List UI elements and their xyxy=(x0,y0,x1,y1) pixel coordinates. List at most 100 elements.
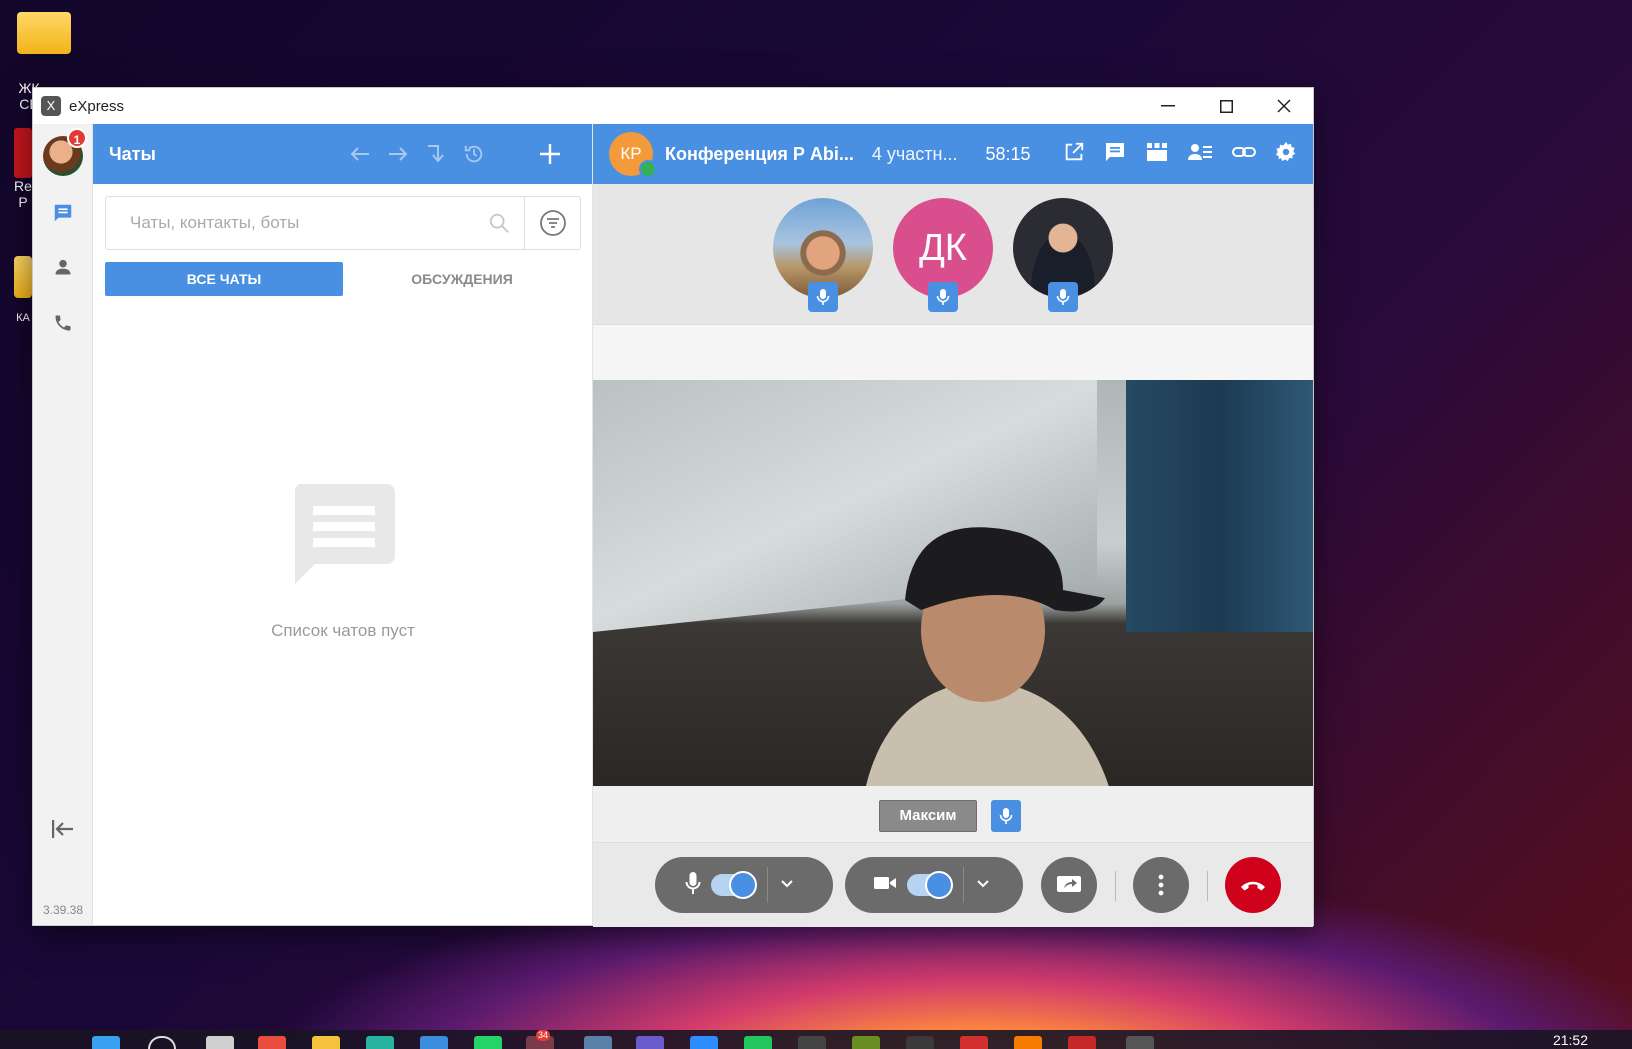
call-controls xyxy=(593,842,1313,927)
call-header-actions xyxy=(1063,124,1297,184)
screen-share-button[interactable] xyxy=(1041,857,1097,913)
app-icon xyxy=(14,128,32,178)
taskbar: 34 21:52 xyxy=(0,1030,1632,1049)
desktop-icon-label: КА xyxy=(16,312,30,324)
hang-up-button[interactable] xyxy=(1225,857,1281,913)
call-timer: 58:15 xyxy=(985,143,1031,164)
speaker-name-label: Максим xyxy=(879,800,977,832)
calculator-icon[interactable] xyxy=(584,1036,612,1049)
link-icon[interactable] xyxy=(1231,140,1257,169)
search-taskbar-icon[interactable] xyxy=(148,1036,176,1049)
mic-toggle[interactable] xyxy=(711,871,757,899)
app-icon[interactable] xyxy=(798,1036,826,1049)
microphone-icon[interactable] xyxy=(685,871,701,900)
collapse-sidebar-icon[interactable] xyxy=(33,814,93,844)
empty-chats-state: Список чатов пуст xyxy=(93,484,593,641)
minimize-icon xyxy=(1161,105,1175,107)
edge-icon[interactable] xyxy=(366,1036,394,1049)
folder-icon xyxy=(17,12,71,54)
search-input[interactable] xyxy=(106,197,474,249)
more-vertical-icon xyxy=(1158,874,1164,896)
more-options-button[interactable] xyxy=(1133,857,1189,913)
forward-arrow-icon[interactable] xyxy=(386,142,410,166)
history-icon[interactable] xyxy=(462,142,486,166)
calls-nav-icon[interactable] xyxy=(33,308,93,338)
app-icon[interactable] xyxy=(852,1036,880,1049)
tab-all-chats[interactable]: ВСЕ ЧАТЫ xyxy=(105,262,343,296)
conference-avatar[interactable]: КР xyxy=(609,132,657,178)
app-icon[interactable] xyxy=(906,1036,934,1049)
participants-count[interactable]: 4 участн... xyxy=(872,144,958,165)
jump-arrow-icon[interactable] xyxy=(424,142,448,166)
task-view-icon[interactable] xyxy=(206,1036,234,1049)
chats-title: Чаты xyxy=(109,143,156,164)
back-arrow-icon[interactable] xyxy=(348,142,372,166)
close-icon xyxy=(1277,99,1291,113)
mic-options-chevron-icon[interactable] xyxy=(780,876,794,894)
title-bar: X eXpress xyxy=(33,88,1313,124)
taskbar-badge: 34 xyxy=(536,1030,551,1041)
chat-list-panel: Чаты Чаты, контакты, боты ВСЕ ЧАТЫ ОБСУЖ… xyxy=(93,124,593,925)
layout-grid-icon[interactable] xyxy=(1145,140,1169,169)
app-icon[interactable] xyxy=(1014,1036,1042,1049)
settings-gear-icon[interactable] xyxy=(1275,141,1297,168)
chats-header: Чаты xyxy=(93,124,592,184)
start-windows-icon[interactable] xyxy=(92,1036,120,1049)
participant-mic-icon xyxy=(808,282,838,312)
controls-divider xyxy=(1207,871,1208,901)
desktop-icon-app[interactable]: Re P xyxy=(14,128,32,210)
express-logo-icon: X xyxy=(41,96,61,116)
video-background-curtain xyxy=(1125,380,1313,632)
speaker-mic-icon xyxy=(991,800,1021,832)
nav-rail: 1 3.39.38 xyxy=(33,124,93,925)
express-taskbar-icon[interactable] xyxy=(1126,1036,1154,1049)
conference-avatar-initials: КР xyxy=(620,144,642,163)
desktop-icon-folder-2[interactable]: КА xyxy=(14,256,32,324)
call-header: КР Конференция Р Abi... 4 участн... 58:1… xyxy=(593,124,1313,184)
chrome-icon[interactable] xyxy=(258,1036,286,1049)
filter-button[interactable] xyxy=(524,197,580,249)
speaker-silhouette xyxy=(865,527,1109,786)
participants-list-icon[interactable] xyxy=(1187,140,1213,169)
camera-icon[interactable] xyxy=(873,874,897,897)
chats-nav-icon[interactable] xyxy=(33,198,93,228)
control-separator xyxy=(963,867,964,903)
camera-options-chevron-icon[interactable] xyxy=(976,876,990,894)
window-controls xyxy=(1139,88,1313,124)
app-icon[interactable] xyxy=(744,1036,772,1049)
app-icon[interactable] xyxy=(1068,1036,1096,1049)
contacts-nav-icon[interactable] xyxy=(33,252,93,282)
camera-toggle[interactable] xyxy=(907,871,953,899)
search-box xyxy=(105,196,581,250)
notification-badge: 1 xyxy=(67,128,87,148)
chat-tabs: ВСЕ ЧАТЫ ОБСУЖДЕНИЯ xyxy=(105,262,581,296)
filter-icon xyxy=(539,210,566,236)
telegram-icon[interactable]: 34 xyxy=(526,1030,554,1049)
call-panel: КР Конференция Р Abi... 4 участн... 58:1… xyxy=(593,124,1313,927)
main-video-feed[interactable] xyxy=(593,380,1313,786)
whatsapp-icon[interactable] xyxy=(474,1036,502,1049)
hang-up-icon xyxy=(1241,881,1265,891)
search-icon[interactable] xyxy=(474,197,524,249)
app-version: 3.39.38 xyxy=(42,903,84,917)
store-icon[interactable] xyxy=(420,1036,448,1049)
explorer-folder-icon[interactable] xyxy=(312,1036,340,1049)
controls-divider xyxy=(1115,871,1116,901)
mic-control xyxy=(655,857,833,913)
open-external-icon[interactable] xyxy=(1063,141,1085,168)
maximize-button[interactable] xyxy=(1197,88,1255,124)
close-button[interactable] xyxy=(1255,88,1313,124)
app-icon[interactable] xyxy=(636,1036,664,1049)
conference-name[interactable]: Конференция Р Abi... xyxy=(665,144,854,165)
camera-control xyxy=(845,857,1023,913)
call-info-strip xyxy=(593,324,1313,380)
minimize-button[interactable] xyxy=(1139,88,1197,124)
zoom-icon[interactable] xyxy=(690,1036,718,1049)
new-chat-plus-icon[interactable] xyxy=(538,142,562,166)
tab-discussions[interactable]: ОБСУЖДЕНИЯ xyxy=(343,262,581,296)
empty-chats-text: Список чатов пуст xyxy=(271,621,415,640)
app-icon[interactable] xyxy=(960,1036,988,1049)
chat-icon[interactable] xyxy=(1103,140,1127,169)
empty-chat-bubble-icon xyxy=(294,484,395,584)
maximize-icon xyxy=(1219,99,1233,113)
